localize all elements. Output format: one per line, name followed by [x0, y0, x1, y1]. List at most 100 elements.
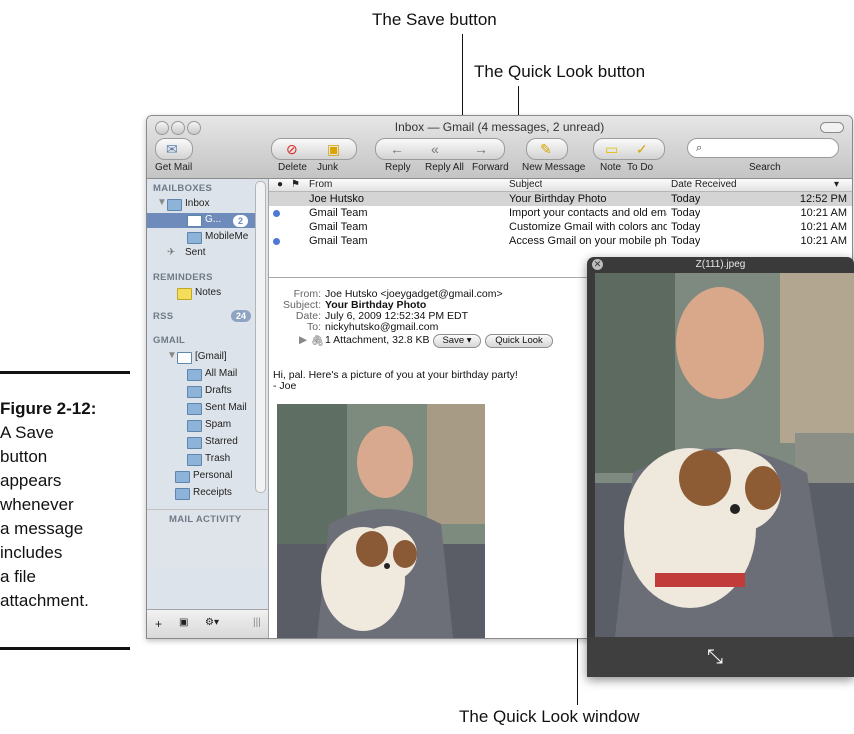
note-label: Note: [600, 162, 622, 173]
new-message-button[interactable]: ✎: [526, 138, 568, 160]
reminders-header: REMINDERS: [153, 272, 213, 283]
delete-icon[interactable]: ⊘: [286, 140, 298, 158]
folder-icon: [175, 488, 190, 500]
figure-rule-top: [0, 371, 130, 374]
subject-cell: Your Birthday Photo: [509, 193, 607, 205]
forward-icon[interactable]: →: [474, 140, 488, 158]
folder-icon: [187, 454, 202, 466]
note-icon[interactable]: ▭: [605, 140, 618, 158]
unread-column-icon[interactable]: ●: [277, 179, 283, 191]
subject-cell: Access Gmail on your mobile phone: [509, 235, 667, 247]
unread-dot-icon: [273, 210, 280, 217]
inbox-icon: [187, 232, 202, 244]
from-cell: Gmail Team: [309, 221, 368, 233]
delete-label: Delete: [278, 162, 307, 173]
caption-line: includes: [0, 543, 63, 562]
note-todo-group: ▭ ✓: [593, 138, 665, 160]
table-row[interactable]: Gmail Team Access Gmail on your mobile p…: [269, 234, 852, 248]
attached-photo[interactable]: [277, 404, 485, 638]
column-subject[interactable]: Subject: [509, 179, 542, 191]
to-value[interactable]: nickyhutsko@gmail.com: [325, 321, 438, 333]
folder-icon: [187, 369, 202, 381]
flag-column-icon[interactable]: ⚑: [291, 179, 300, 191]
caption-line: A Save: [0, 423, 54, 442]
caption-line: whenever: [0, 495, 74, 514]
from-cell: Gmail Team: [309, 235, 368, 247]
sidebar-item-personal[interactable]: Personal: [193, 470, 232, 481]
from-cell: Joe Hutsko: [309, 193, 365, 205]
add-mailbox-button[interactable]: +: [155, 617, 162, 631]
attachment-summary: 1 Attachment, 32.8 KB: [325, 334, 430, 346]
sidebar-scrollbar[interactable]: [255, 181, 266, 493]
quick-look-photo: [595, 273, 854, 637]
to-label: To:: [306, 321, 321, 333]
full-screen-icon[interactable]: ⤡: [707, 646, 723, 669]
sidebar-item-sent-mail[interactable]: Sent Mail: [205, 402, 247, 413]
get-mail-button[interactable]: ✉: [155, 138, 193, 160]
disclosure-icon[interactable]: ▼: [157, 197, 167, 208]
date-cell: Today: [671, 235, 701, 247]
date-cell: Today: [671, 207, 701, 219]
inbox-icon: [167, 199, 182, 211]
caption-line: attachment.: [0, 591, 89, 610]
search-input[interactable]: ⌕: [687, 138, 839, 158]
attachment-disclosure-icon[interactable]: ▶: [299, 334, 307, 346]
titlebar: Inbox — Gmail (4 messages, 2 unread) ✉ G…: [147, 116, 852, 179]
message-body-line: - Joe: [273, 380, 297, 392]
sidebar-item-inbox-gmail[interactable]: G... 2: [147, 213, 259, 228]
sidebar-item-drafts[interactable]: Drafts: [205, 385, 232, 396]
table-row[interactable]: Gmail Team Import your contacts and old …: [269, 206, 852, 220]
save-attachment-button[interactable]: Save ▾: [433, 334, 481, 348]
unread-dot-icon: [273, 238, 280, 245]
callout-quick-look-window: The Quick Look window: [459, 707, 640, 726]
sidebar-item-spam[interactable]: Spam: [205, 419, 231, 430]
sidebar-item-starred[interactable]: Starred: [205, 436, 238, 447]
caption-line: a message: [0, 519, 84, 538]
figure-label: Figure 2-12:: [0, 399, 97, 418]
caption-line: a file: [0, 567, 36, 586]
rss-header[interactable]: RSS: [153, 311, 173, 322]
get-mail-label: Get Mail: [155, 162, 193, 173]
toolbar-toggle-button[interactable]: [820, 122, 844, 133]
gear-icon[interactable]: ⚙▾: [205, 617, 219, 628]
figure-caption: Figure 2-12: A Save button appears whene…: [0, 397, 150, 613]
time-cell: 12:52 PM: [799, 193, 847, 205]
sidebar-item-mobileme[interactable]: MobileMe: [205, 231, 248, 242]
subject-cell: Import your contacts and old email: [509, 207, 667, 219]
column-date-received[interactable]: Date Received: [671, 179, 737, 191]
sidebar-action-bar: + ▣ ⚙▾ |||: [147, 609, 268, 638]
sidebar-item-gmail[interactable]: [Gmail]: [195, 351, 227, 362]
date-cell: Today: [671, 193, 701, 205]
delete-junk-group: ⊘ ▣: [271, 138, 357, 160]
forward-label: Forward: [472, 162, 509, 173]
table-row[interactable]: Gmail Team Customize Gmail with colors a…: [269, 220, 852, 234]
mail-activity-header: MAIL ACTIVITY: [169, 514, 242, 525]
sidebar-item-sent[interactable]: Sent: [185, 247, 206, 258]
paperclip-icon: 🖇: [311, 335, 325, 347]
disclosure-icon[interactable]: ▼: [167, 350, 177, 361]
quick-look-window[interactable]: ✕ Z(111).jpeg ⤡: [587, 257, 854, 677]
from-cell: Gmail Team: [309, 207, 368, 219]
window-title: Inbox — Gmail (4 messages, 2 unread): [394, 120, 605, 134]
reply-all-icon[interactable]: «: [431, 140, 439, 158]
sidebar-item-all-mail[interactable]: All Mail: [205, 368, 237, 379]
show-photo-browser-button[interactable]: ▣: [179, 617, 188, 628]
sidebar-item-notes[interactable]: Notes: [195, 287, 221, 298]
unread-badge: 2: [233, 215, 249, 227]
folder-icon: [175, 471, 190, 483]
caption-line: appears: [0, 471, 62, 490]
resize-handle[interactable]: |||: [253, 617, 261, 628]
sidebar-item-trash[interactable]: Trash: [205, 453, 230, 464]
quick-look-button[interactable]: Quick Look: [485, 334, 553, 348]
todo-icon[interactable]: ✓: [636, 140, 648, 158]
reply-group: ← « →: [375, 138, 505, 160]
junk-icon[interactable]: ▣: [327, 140, 340, 158]
column-from[interactable]: From: [309, 179, 332, 191]
reply-icon[interactable]: ←: [390, 140, 404, 158]
sidebar-item-receipts[interactable]: Receipts: [193, 487, 232, 498]
table-row[interactable]: Joe Hutsko Your Birthday Photo Today 12:…: [269, 192, 852, 206]
sidebar-item-inbox[interactable]: Inbox: [185, 198, 209, 209]
sort-chevron-icon[interactable]: ▾: [834, 179, 839, 191]
callout-save-button: The Save button: [372, 10, 497, 29]
quick-look-title: Z(111).jpeg: [695, 259, 746, 270]
